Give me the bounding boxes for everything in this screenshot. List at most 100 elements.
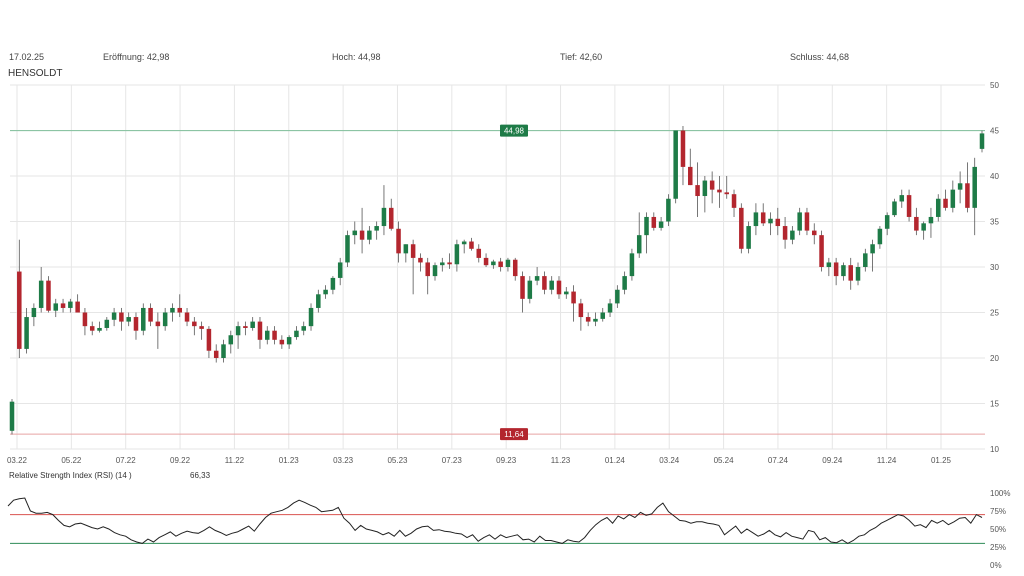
candle-body — [833, 262, 839, 277]
y-tick-label: 15 — [990, 400, 999, 409]
candle-body — [68, 301, 73, 308]
candle-body — [184, 312, 190, 322]
candle-body — [965, 183, 970, 208]
candle-body — [556, 280, 562, 295]
candle-body — [403, 244, 409, 254]
candle-body — [46, 280, 51, 311]
candle-body — [826, 262, 832, 267]
candle-body — [177, 307, 183, 313]
x-tick-label: 03.24 — [659, 456, 680, 465]
rsi-y-tick-label: 0% — [990, 561, 1002, 570]
candle-body — [396, 228, 401, 254]
candle-body — [666, 198, 671, 222]
x-tick-label: 09.22 — [170, 456, 191, 465]
candle-body — [593, 318, 598, 322]
candle-body — [855, 267, 861, 281]
y-tick-label: 50 — [990, 81, 999, 90]
rsi-y-tick-label: 50% — [990, 525, 1006, 534]
min-label: 11,64 — [504, 430, 524, 439]
candle-body — [192, 321, 197, 327]
candle-body — [286, 337, 292, 345]
candle-body — [491, 261, 496, 266]
candle-body — [731, 194, 737, 208]
candle-body — [549, 280, 554, 290]
candle-body — [257, 321, 263, 340]
rsi-y-tick-label: 100% — [990, 489, 1010, 498]
candle-body — [709, 180, 715, 190]
candle-body — [841, 265, 846, 277]
candle-body — [111, 312, 117, 320]
x-tick-label: 07.22 — [116, 456, 137, 465]
candle-body — [410, 244, 416, 258]
candle-body — [374, 226, 379, 231]
candle-body — [9, 401, 15, 431]
price-chart[interactable]: 10 15 20 25 30 35 40 45 50 03.22 05.22 07.22 09.22 11… — [0, 0, 1024, 576]
candle-body — [884, 215, 890, 229]
candle-body — [301, 326, 306, 331]
candle-body — [790, 230, 795, 240]
candle-body — [512, 259, 518, 277]
candle-body — [250, 321, 255, 328]
candle-body — [819, 235, 824, 267]
candle-body — [658, 221, 664, 228]
x-tick-label: 11.23 — [551, 456, 571, 465]
x-tick-label: 01.25 — [931, 456, 952, 465]
candle-body — [206, 328, 212, 351]
candle-body — [877, 228, 883, 245]
candle-body — [607, 303, 613, 313]
candle-body — [31, 307, 37, 318]
candle-body — [425, 262, 430, 277]
candle-body — [126, 317, 131, 322]
candle-body — [133, 317, 139, 331]
candle-body — [972, 166, 977, 208]
x-tick-label: 11.24 — [877, 456, 897, 465]
candle-body — [921, 223, 926, 231]
candle-body — [935, 198, 941, 217]
candle-body — [534, 276, 540, 281]
candle-body — [381, 207, 387, 227]
candle-body — [636, 235, 642, 254]
candle-body — [330, 277, 336, 290]
candle-body — [782, 226, 788, 240]
x-tick-label: 07.23 — [442, 456, 463, 465]
x-tick-label: 05.22 — [61, 456, 82, 465]
candle-body — [914, 216, 919, 231]
y-tick-label: 45 — [990, 127, 999, 136]
x-tick-label: 03.22 — [7, 456, 28, 465]
candle-body — [760, 212, 766, 224]
candle-body — [775, 218, 781, 227]
candle-body — [243, 326, 248, 328]
candle-body — [345, 235, 350, 263]
candle-body — [155, 321, 161, 327]
candle-body — [89, 326, 95, 331]
candle-body — [892, 201, 897, 216]
rsi-line — [7, 497, 983, 544]
candle-body — [352, 230, 358, 236]
candle-body — [388, 207, 394, 229]
candle-body — [24, 317, 29, 349]
candle-body — [724, 192, 729, 195]
candle-body — [418, 257, 423, 263]
candle-body — [680, 130, 686, 167]
candle-body — [505, 259, 511, 267]
candle-body — [316, 294, 321, 308]
candle-body — [294, 330, 299, 338]
candle-body — [615, 289, 620, 304]
candle-body — [53, 303, 59, 311]
x-tick-label: 03.23 — [333, 456, 354, 465]
rsi-y-tick-label: 25% — [990, 543, 1006, 552]
candle-body — [235, 326, 241, 336]
candle-body — [644, 216, 649, 236]
candle-body — [38, 280, 44, 308]
candle-body — [717, 189, 722, 193]
x-tick-label: 05.24 — [714, 456, 735, 465]
candle-body — [768, 218, 773, 224]
candle-body — [213, 350, 219, 358]
candle-body — [170, 307, 175, 313]
candle-body — [476, 248, 482, 258]
candle-body — [753, 212, 759, 227]
candle-body — [228, 335, 234, 345]
candle-body — [542, 276, 547, 290]
x-tick-label: 01.23 — [279, 456, 300, 465]
candle-body — [279, 339, 285, 345]
